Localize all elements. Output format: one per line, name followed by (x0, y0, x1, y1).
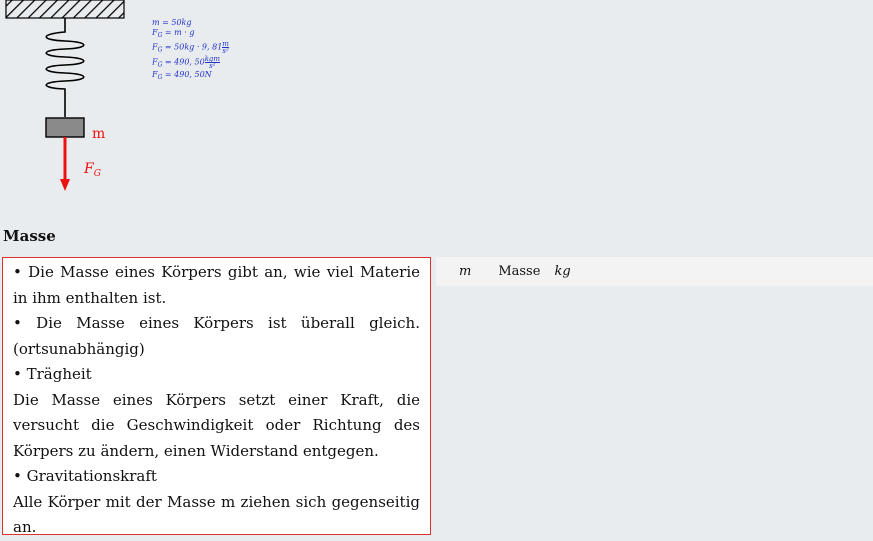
formula-mass: m = 50kg (152, 18, 192, 27)
formula-definition: FG = m · g (152, 28, 195, 39)
spring-mass-diagram: m FG (5, 0, 125, 191)
quantity-table-row: m Masse kg (436, 257, 873, 286)
physics-figure: m FG m = 50kg FG = m · g FG = 50kg · 9, … (0, 0, 873, 220)
note-gravitation-heading: • Gravitationskraft (13, 467, 157, 485)
quantity-name: Masse (498, 264, 541, 279)
force-arrowhead (60, 179, 70, 191)
notes-box: • Die Masse eines Körpers gibt an, wie v… (2, 257, 431, 536)
quantity-symbol: m (459, 264, 472, 279)
formula-product: FG = 490, 50 kgm s² (152, 54, 221, 70)
note-inertia-text: Die Masse eines Körpers setzt einer Kraf… (13, 390, 420, 460)
quantity-unit: kg (554, 264, 571, 279)
force-label: FG (83, 161, 101, 179)
formula-result: FG = 490, 50N (152, 70, 212, 81)
note-definition: • Die Masse eines Körpers gibt an, wie v… (13, 263, 420, 307)
note-gravitation-text: Alle Körper mit der Masse m ziehen sich … (13, 492, 420, 537)
section-heading: Masse (3, 227, 56, 245)
note-inertia-heading: • Trägheit (13, 365, 92, 383)
formula-substitution: FG = 50kg · 9, 81 m s² (152, 40, 229, 55)
mass-label: m (92, 126, 105, 142)
mass-block (45, 117, 85, 138)
weight-force-calculation: m = 50kg FG = m · g FG = 50kg · 9, 81 m s²… (152, 18, 229, 83)
note-location-independent: • Die Masse eines Körpers ist überall gl… (13, 314, 420, 358)
ceiling-support (5, 0, 125, 19)
spring (45, 18, 85, 117)
